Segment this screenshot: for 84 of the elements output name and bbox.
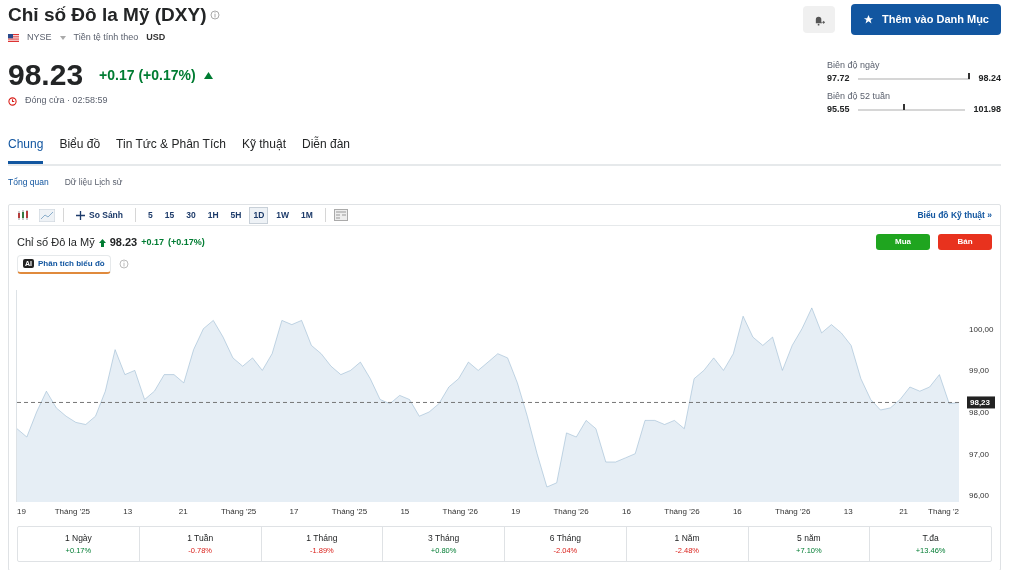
clock-icon xyxy=(8,96,17,106)
price-value: 98.23 xyxy=(8,60,84,91)
watchlist-button[interactable]: Thêm vào Danh Mục xyxy=(851,4,1001,35)
x-axis-label: 13 xyxy=(123,506,133,516)
period-label: 6 Tháng xyxy=(548,531,582,545)
x-axis-label: Tháng '25 xyxy=(221,506,257,516)
interval-button[interactable]: 1D xyxy=(249,206,269,224)
sub-tab[interactable]: Dữ liệu Lịch sử xyxy=(64,175,123,189)
line-chart-icon[interactable] xyxy=(39,208,55,222)
current-price-tag: 98,23 xyxy=(967,396,995,409)
interval-button[interactable]: 5 xyxy=(144,206,157,224)
period-label: 1 Tháng xyxy=(305,531,339,545)
range-high: 101.98 xyxy=(973,103,1001,116)
info-icon[interactable] xyxy=(210,10,221,21)
y-axis-label: 98,00 xyxy=(969,407,990,417)
x-axis-label: 15 xyxy=(400,506,410,516)
nav-tab[interactable]: Chung xyxy=(8,130,44,164)
info-icon[interactable] xyxy=(118,259,129,270)
quote-percent: (+0.17%) xyxy=(167,235,205,249)
y-axis-label: 96,00 xyxy=(969,491,990,501)
interval-button[interactable]: 1W xyxy=(272,206,294,224)
plus-icon xyxy=(76,210,85,220)
range-label: Biên độ ngày xyxy=(827,58,881,72)
period-label: 1 Tuần xyxy=(186,531,215,545)
nav-tab[interactable]: Tin Tức & Phân Tích xyxy=(116,130,226,164)
interval-button[interactable]: 15 xyxy=(160,206,179,224)
range-low: 97.72 xyxy=(827,72,850,85)
x-axis-label: 21 xyxy=(178,506,188,516)
bell-plus-icon xyxy=(813,14,825,26)
ai-label: Phân tích biểu đồ xyxy=(38,257,105,270)
up-arrow-icon xyxy=(98,238,106,247)
y-axis-label: 97,00 xyxy=(969,449,990,459)
y-axis-label: 99,00 xyxy=(969,366,990,376)
quote-price: 98.23 xyxy=(109,235,138,251)
interval-button[interactable]: 30 xyxy=(182,206,200,224)
x-axis-label: Tháng '25 xyxy=(54,506,91,516)
period-label: 3 Tháng xyxy=(427,531,461,545)
sub-tab[interactable]: Tổng quan xyxy=(8,175,49,189)
range-label: Biên độ 52 tuần xyxy=(827,89,892,103)
currency-label: Tiền tệ tính theo xyxy=(73,30,139,44)
interval-button[interactable]: 1H xyxy=(203,206,223,224)
x-axis-label: 21 xyxy=(899,506,909,516)
interval-button[interactable]: 5H xyxy=(226,206,246,224)
price-change: +0.17 (+0.17%) xyxy=(99,65,196,85)
nav-tab[interactable]: Biểu đồ xyxy=(59,130,101,164)
instrument-name: Chỉ số Đô la Mỹ xyxy=(17,235,95,251)
x-axis-label: 19 xyxy=(17,506,26,516)
alert-button[interactable] xyxy=(803,5,836,33)
candlestick-icon[interactable] xyxy=(17,209,31,221)
x-axis-label: 17 xyxy=(289,506,299,516)
technical-chart-link[interactable]: Biểu đồ Kỹ thuật » xyxy=(917,208,992,222)
table-icon[interactable] xyxy=(333,209,348,222)
y-axis-label: 100,00 xyxy=(969,324,994,334)
page-title: Chỉ số Đô la Mỹ (DXY) xyxy=(8,4,207,27)
x-axis-label: 13 xyxy=(843,506,853,516)
nav-tab[interactable]: Diễn đàn xyxy=(301,130,350,164)
x-axis-label: Tháng '26 xyxy=(775,506,811,516)
period-label: 1 Ngày xyxy=(63,531,93,545)
x-axis-label: 16 xyxy=(622,506,631,516)
x-axis-label: Tháng '26 xyxy=(553,506,589,516)
nav-tab[interactable]: Kỹ thuật xyxy=(241,130,286,164)
x-axis-label: Tháng '26 xyxy=(442,506,478,516)
ref-line-label: 98,23 xyxy=(970,398,991,408)
quote-change: +0.17 xyxy=(141,235,164,249)
x-axis-label: Tháng '2 xyxy=(928,506,959,516)
interval-button[interactable]: 1M xyxy=(297,206,317,224)
range-high: 98.24 xyxy=(978,72,1001,85)
compare-button[interactable]: So Sánh xyxy=(72,206,127,224)
up-arrow-icon xyxy=(203,71,213,79)
range-low: 95.55 xyxy=(827,103,850,116)
flag-icon xyxy=(8,33,19,42)
x-axis-label: Tháng '25 xyxy=(331,506,368,516)
period-label: 1 Năm xyxy=(673,531,701,545)
caret-icon[interactable] xyxy=(59,35,66,40)
exchange-selector[interactable]: NYSE xyxy=(27,30,52,45)
currency-value: USD xyxy=(146,30,166,44)
market-status: Đóng cửa · 02:58:59 xyxy=(25,94,108,108)
period-label: 5 năm xyxy=(796,531,822,545)
x-axis-label: Tháng '26 xyxy=(664,506,700,516)
star-icon xyxy=(863,13,875,25)
x-axis-label: 16 xyxy=(732,506,742,516)
x-axis-label: 19 xyxy=(511,506,521,516)
sell-button[interactable]: Bán xyxy=(938,234,992,251)
period-label: T.đa xyxy=(921,531,940,545)
